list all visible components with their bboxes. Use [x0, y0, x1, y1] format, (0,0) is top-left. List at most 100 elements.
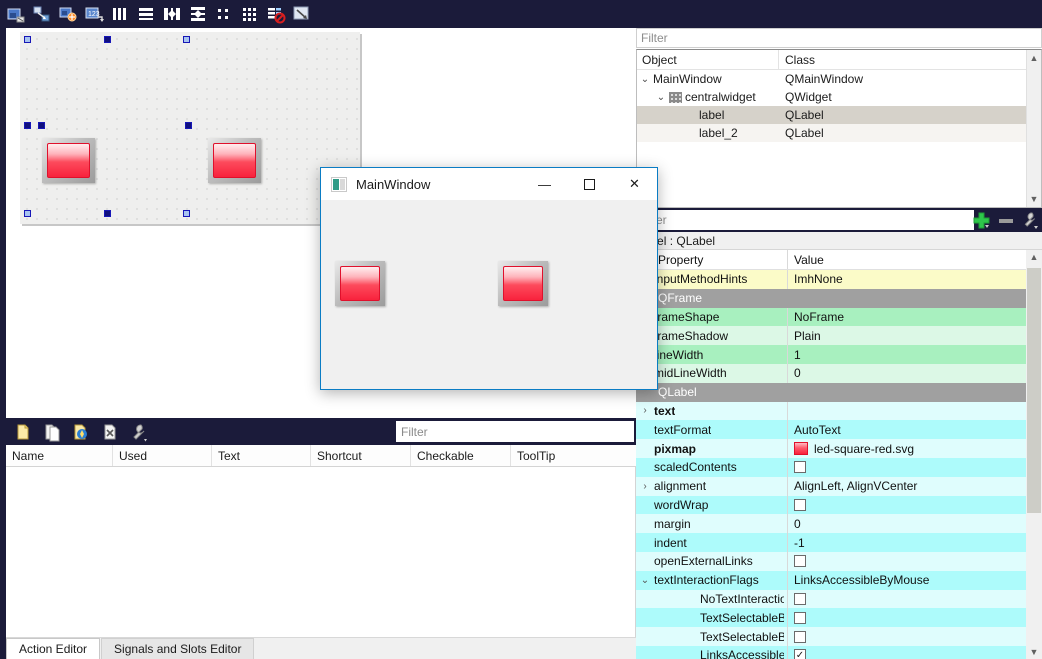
- led-label-selection-handle[interactable]: [38, 122, 45, 129]
- remove-property-button[interactable]: [995, 209, 1016, 231]
- resize-handle-bottom-right[interactable]: [183, 210, 190, 217]
- action-col-name[interactable]: Name: [6, 445, 113, 466]
- wrench-icon[interactable]: [1019, 209, 1040, 231]
- property-value-cell[interactable]: [788, 627, 1042, 646]
- property-row-pixmap[interactable]: pixmap led-square-red.svg: [636, 439, 1042, 458]
- property-table[interactable]: Property Value inputMethodHints ImhNone QF…: [636, 250, 1042, 659]
- property-row-openexternallinks[interactable]: openExternalLinks: [636, 551, 1042, 571]
- resize-handle-top-left[interactable]: [24, 36, 31, 43]
- object-inspector-scrollbar[interactable]: ▲ ▼: [1026, 50, 1041, 207]
- chevron-down-icon[interactable]: ⌄: [653, 92, 669, 103]
- property-filter-input[interactable]: Filter: [636, 210, 974, 230]
- form-led-label[interactable]: [42, 138, 95, 183]
- property-row-margin[interactable]: margin 0: [636, 514, 1042, 534]
- checkbox[interactable]: [794, 461, 806, 474]
- object-col-object[interactable]: Object: [637, 50, 779, 69]
- property-row-qframe[interactable]: QFrame: [636, 288, 1042, 308]
- scroll-up-icon[interactable]: ▲: [1030, 50, 1039, 66]
- object-row-label[interactable]: label QLabel: [637, 106, 1041, 124]
- object-inspector-table[interactable]: Object Class ⌄ MainWindow QMainWindow ⌄ …: [636, 49, 1042, 208]
- close-button[interactable]: ✕: [612, 168, 657, 200]
- action-col-used[interactable]: Used: [113, 445, 212, 466]
- property-row-linksaccessibleb-[interactable]: LinksAccessibleB... ✓: [636, 645, 1042, 659]
- property-row-textselectableby-[interactable]: TextSelectableBy...: [636, 608, 1042, 628]
- layout-horizontally-icon[interactable]: [108, 2, 132, 26]
- action-table-body[interactable]: [6, 467, 636, 647]
- property-value-cell[interactable]: [788, 496, 1042, 515]
- checkbox[interactable]: [794, 630, 806, 643]
- object-row-mainwindow[interactable]: ⌄ MainWindow QMainWindow: [637, 70, 1041, 88]
- preview-window[interactable]: MainWindow — ✕: [320, 167, 658, 390]
- object-col-class[interactable]: Class: [779, 53, 1041, 67]
- checkbox[interactable]: ✓: [794, 649, 806, 659]
- layout-splitter-vertical-icon[interactable]: [186, 2, 210, 26]
- new-action-icon[interactable]: [10, 420, 36, 444]
- property-value-cell[interactable]: 1: [788, 345, 1042, 364]
- property-row-inputmethodhints[interactable]: inputMethodHints ImhNone: [636, 270, 1042, 289]
- resize-handle-bottom-center[interactable]: [104, 210, 111, 217]
- property-row-linewidth[interactable]: lineWidth 1: [636, 345, 1042, 364]
- delete-action-icon[interactable]: [97, 420, 123, 444]
- tab-signals-slots-editor[interactable]: Signals and Slots Editor: [101, 638, 255, 659]
- property-value-cell[interactable]: AutoText: [788, 420, 1042, 439]
- copy-action-icon[interactable]: [39, 420, 65, 444]
- object-filter-input[interactable]: Filter: [636, 28, 1042, 48]
- chevron-down-icon[interactable]: ⌄: [636, 575, 654, 586]
- chevron-right-icon[interactable]: ›: [636, 481, 654, 492]
- minimize-button[interactable]: —: [522, 168, 567, 200]
- break-layout-icon[interactable]: [264, 2, 288, 26]
- layout-splitter-horizontal-icon[interactable]: [160, 2, 184, 26]
- form-led-label-2[interactable]: [208, 138, 261, 183]
- checkbox[interactable]: [794, 498, 806, 511]
- property-col-value[interactable]: Value: [788, 250, 1042, 269]
- property-col-property[interactable]: Property: [636, 250, 788, 269]
- add-property-button[interactable]: [971, 209, 992, 231]
- property-value-cell[interactable]: [788, 590, 1042, 609]
- property-value-cell[interactable]: ImhNone: [788, 270, 1042, 289]
- property-row-wordwrap[interactable]: wordWrap: [636, 495, 1042, 515]
- edit-tab-order-icon[interactable]: 123: [82, 2, 106, 26]
- property-editor-scrollbar[interactable]: ▲ ▼: [1026, 250, 1042, 659]
- chevron-down-icon[interactable]: ⌄: [637, 74, 653, 85]
- property-row-textselectableby-[interactable]: TextSelectableBy...: [636, 627, 1042, 646]
- edit-buddies-icon[interactable]: [56, 2, 80, 26]
- property-value-cell[interactable]: LinksAccessibleByMouse: [788, 571, 1042, 590]
- action-col-tooltip[interactable]: ToolTip: [511, 445, 636, 466]
- chevron-right-icon[interactable]: ›: [636, 405, 654, 416]
- layout-grid-icon[interactable]: [238, 2, 262, 26]
- scroll-down-icon[interactable]: ▼: [1030, 191, 1039, 207]
- checkbox[interactable]: [794, 592, 806, 605]
- property-value-cell[interactable]: AlignLeft, AlignVCenter: [788, 477, 1042, 496]
- resize-handle-top-right[interactable]: [183, 36, 190, 43]
- property-value-cell[interactable]: [788, 552, 1042, 571]
- action-col-checkable[interactable]: Checkable: [411, 445, 511, 466]
- action-col-shortcut[interactable]: Shortcut: [311, 445, 411, 466]
- layout-vertically-icon[interactable]: [134, 2, 158, 26]
- property-row-alignment[interactable]: › alignment AlignLeft, AlignVCenter: [636, 476, 1042, 496]
- property-row-textinteractionflags[interactable]: ⌄ textInteractionFlags LinksAccessibleByMo…: [636, 570, 1042, 590]
- property-row-scaledcontents[interactable]: scaledContents: [636, 457, 1042, 477]
- preview-titlebar[interactable]: MainWindow — ✕: [321, 168, 657, 200]
- property-value-cell[interactable]: [788, 608, 1042, 627]
- property-row-textformat[interactable]: textFormat AutoText: [636, 420, 1042, 440]
- scrollbar-thumb[interactable]: [1027, 268, 1041, 513]
- object-row-label-2[interactable]: label_2 QLabel: [637, 124, 1041, 142]
- object-row-centralwidget[interactable]: ⌄ centralwidget QWidget: [637, 88, 1041, 106]
- property-value-cell[interactable]: [788, 458, 1042, 477]
- maximize-button[interactable]: [567, 168, 612, 200]
- adjust-size-icon[interactable]: [290, 2, 314, 26]
- checkbox[interactable]: [794, 555, 806, 568]
- resize-handle-top-center[interactable]: [104, 36, 111, 43]
- property-row-midlinewidth[interactable]: midLineWidth 0: [636, 363, 1042, 383]
- property-row-frameshape[interactable]: frameShape NoFrame: [636, 307, 1042, 327]
- edit-action-icon[interactable]: [68, 420, 94, 444]
- property-value-cell[interactable]: 0: [788, 514, 1042, 533]
- checkbox[interactable]: [794, 611, 806, 624]
- action-filter-input[interactable]: Filter: [396, 421, 634, 442]
- led-label-2-selection-handle[interactable]: [185, 122, 192, 129]
- edit-widgets-icon[interactable]: [4, 2, 28, 26]
- tab-action-editor[interactable]: Action Editor: [6, 638, 101, 659]
- property-value-cell[interactable]: 0: [788, 364, 1042, 383]
- edit-signals-slots-icon[interactable]: [30, 2, 54, 26]
- action-col-text[interactable]: Text: [212, 445, 311, 466]
